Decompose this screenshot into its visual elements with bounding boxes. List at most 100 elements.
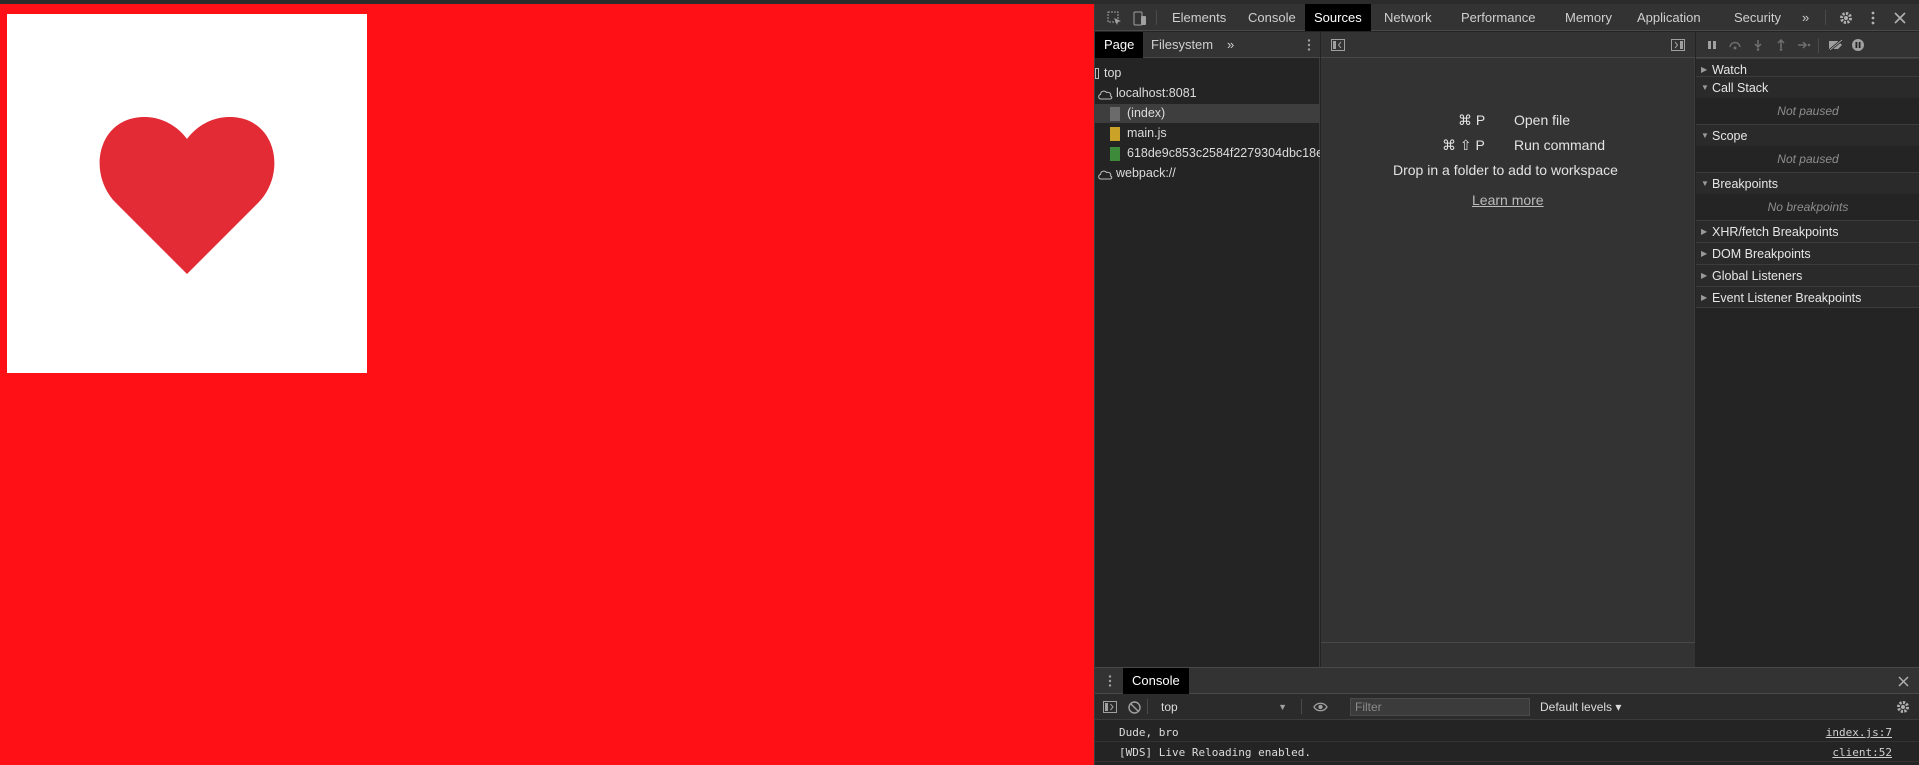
scope-section[interactable]: ▼ Scope bbox=[1696, 124, 1919, 146]
tree-item-label: (index) bbox=[1127, 106, 1166, 120]
debugger-toolbar bbox=[1696, 32, 1919, 58]
breakpoints-status: No breakpoints bbox=[1696, 194, 1919, 220]
tree-item-label: webpack:// bbox=[1116, 166, 1176, 180]
toggle-navigator-icon[interactable] bbox=[1329, 36, 1347, 54]
close-drawer-icon[interactable] bbox=[1894, 672, 1912, 690]
live-expression-eye-icon[interactable] bbox=[1311, 698, 1329, 716]
drawer-tabs: Console bbox=[1095, 668, 1919, 694]
toolbar-separator bbox=[1147, 699, 1148, 714]
global-listeners-section[interactable]: ▶ Global Listeners bbox=[1696, 264, 1919, 286]
sources-navigator: Page Filesystem » top localhost:8081 (in… bbox=[1095, 32, 1320, 667]
dom-breakpoints-section[interactable]: ▶ DOM Breakpoints bbox=[1696, 242, 1919, 264]
image-file-icon bbox=[1110, 147, 1120, 161]
console-filter-input[interactable] bbox=[1350, 698, 1530, 716]
step-icon[interactable] bbox=[1795, 36, 1813, 54]
section-title: DOM Breakpoints bbox=[1712, 247, 1811, 261]
learn-more-link[interactable]: Learn more bbox=[1472, 192, 1544, 208]
heart-card bbox=[7, 14, 367, 373]
tab-application[interactable]: Application bbox=[1628, 4, 1710, 31]
tab-network[interactable]: Network bbox=[1375, 4, 1441, 31]
run-command-label: Run command bbox=[1514, 137, 1606, 153]
drawer-tab-console[interactable]: Console bbox=[1123, 668, 1189, 694]
section-title: Call Stack bbox=[1712, 81, 1769, 95]
toolbar-separator bbox=[1156, 10, 1157, 25]
page-viewport bbox=[0, 4, 1094, 765]
pause-on-exceptions-icon[interactable] bbox=[1849, 36, 1867, 54]
clear-console-icon[interactable] bbox=[1125, 698, 1143, 716]
script-file-icon bbox=[1110, 127, 1120, 141]
xhr-breakpoints-section[interactable]: ▶ XHR/fetch Breakpoints bbox=[1696, 220, 1919, 242]
tree-item-main-js[interactable]: main.js bbox=[1095, 124, 1320, 143]
tree-item-index[interactable]: (index) bbox=[1095, 104, 1320, 123]
console-message: Dude, bro index.js:7 bbox=[1095, 723, 1919, 742]
heart-icon bbox=[99, 116, 275, 274]
navigator-menu-icon[interactable] bbox=[1300, 36, 1318, 54]
console-message-source-link[interactable]: client:52 bbox=[1832, 743, 1892, 762]
run-command-shortcut: ⌘ ⇧ P bbox=[1442, 137, 1485, 153]
drawer-menu-icon[interactable] bbox=[1101, 672, 1119, 690]
inspect-element-icon[interactable] bbox=[1105, 9, 1123, 27]
section-title: Scope bbox=[1712, 129, 1748, 143]
expand-arrow-icon: ▶ bbox=[1701, 293, 1708, 302]
show-sidebar-icon[interactable] bbox=[1101, 698, 1119, 716]
tree-item-top[interactable]: top bbox=[1095, 64, 1320, 83]
tab-console[interactable]: Console bbox=[1239, 4, 1305, 31]
log-levels-dropdown[interactable]: Default levels ▾ bbox=[1540, 694, 1621, 720]
document-file-icon bbox=[1110, 107, 1120, 121]
tree-item-label: top bbox=[1104, 66, 1122, 80]
console-settings-gear-icon[interactable] bbox=[1894, 698, 1912, 716]
step-into-icon[interactable] bbox=[1749, 36, 1767, 54]
debugger-sidebar: ▶ Watch ▼ Call Stack Not paused ▼ Scope Not… bbox=[1696, 32, 1919, 667]
console-message-text: Dude, bro bbox=[1119, 726, 1179, 739]
drop-folder-hint: Drop in a folder to add to workspace bbox=[1393, 162, 1618, 178]
expand-arrow-icon: ▶ bbox=[1701, 227, 1708, 236]
section-title: Global Listeners bbox=[1712, 269, 1803, 283]
more-tabs-button[interactable]: » bbox=[1798, 4, 1813, 31]
navigator-tabs: Page Filesystem » bbox=[1095, 32, 1320, 58]
call-stack-section[interactable]: ▼ Call Stack bbox=[1696, 76, 1919, 98]
device-toolbar-icon[interactable] bbox=[1130, 9, 1148, 27]
tab-sources[interactable]: Sources bbox=[1305, 4, 1371, 31]
tab-filesystem[interactable]: Filesystem bbox=[1142, 32, 1222, 58]
cloud-icon bbox=[1098, 90, 1113, 100]
context-selector[interactable]: top ▼ bbox=[1155, 694, 1295, 720]
context-value: top bbox=[1161, 700, 1178, 714]
expand-arrow-icon: ▶ bbox=[1701, 271, 1708, 280]
tab-elements[interactable]: Elements bbox=[1163, 4, 1235, 31]
devtools-toolbar: Elements Console Sources Network Perform… bbox=[1095, 4, 1919, 31]
deactivate-breakpoints-icon[interactable] bbox=[1827, 36, 1845, 54]
toggle-debugger-icon[interactable] bbox=[1669, 36, 1687, 54]
section-title: Event Listener Breakpoints bbox=[1712, 291, 1862, 305]
tree-item-label: localhost:8081 bbox=[1116, 86, 1197, 100]
breakpoints-section[interactable]: ▼ Breakpoints bbox=[1696, 172, 1919, 194]
step-out-icon[interactable] bbox=[1772, 36, 1790, 54]
pause-icon[interactable] bbox=[1703, 36, 1721, 54]
navigator-more-button[interactable]: » bbox=[1223, 32, 1238, 58]
tree-item-localhost[interactable]: localhost:8081 bbox=[1095, 84, 1320, 103]
editor-toolbar bbox=[1321, 32, 1695, 58]
console-message: [WDS] Live Reloading enabled. client:52 bbox=[1095, 743, 1919, 762]
open-file-label: Open file bbox=[1514, 112, 1571, 128]
more-options-icon[interactable] bbox=[1864, 9, 1882, 27]
settings-gear-icon[interactable] bbox=[1837, 9, 1855, 27]
tab-security[interactable]: Security bbox=[1725, 4, 1790, 31]
tree-item-label: 618de9c853c2584f2279304dbc18e bbox=[1127, 146, 1320, 160]
call-stack-status: Not paused bbox=[1696, 98, 1919, 124]
tab-page[interactable]: Page bbox=[1095, 32, 1144, 58]
step-over-icon[interactable] bbox=[1726, 36, 1744, 54]
tab-memory[interactable]: Memory bbox=[1556, 4, 1621, 31]
tab-performance[interactable]: Performance bbox=[1452, 4, 1544, 31]
scope-status: Not paused bbox=[1696, 146, 1919, 172]
console-message-text: [WDS] Live Reloading enabled. bbox=[1119, 746, 1312, 759]
console-message-source-link[interactable]: index.js:7 bbox=[1826, 723, 1892, 742]
collapse-arrow-icon: ▼ bbox=[1701, 83, 1709, 92]
section-title: Watch bbox=[1712, 63, 1747, 77]
close-icon[interactable] bbox=[1891, 9, 1909, 27]
tree-item-hash-file[interactable]: 618de9c853c2584f2279304dbc18e bbox=[1095, 144, 1320, 163]
frame-icon bbox=[1095, 68, 1099, 79]
section-title: XHR/fetch Breakpoints bbox=[1712, 225, 1839, 239]
tree-item-webpack[interactable]: webpack:// bbox=[1095, 164, 1320, 183]
toolbar-separator bbox=[1301, 699, 1302, 714]
editor-area: ⌘ P Open file ⌘ ⇧ P Run command Drop in … bbox=[1321, 32, 1695, 667]
event-listener-breakpoints-section[interactable]: ▶ Event Listener Breakpoints bbox=[1696, 286, 1919, 308]
